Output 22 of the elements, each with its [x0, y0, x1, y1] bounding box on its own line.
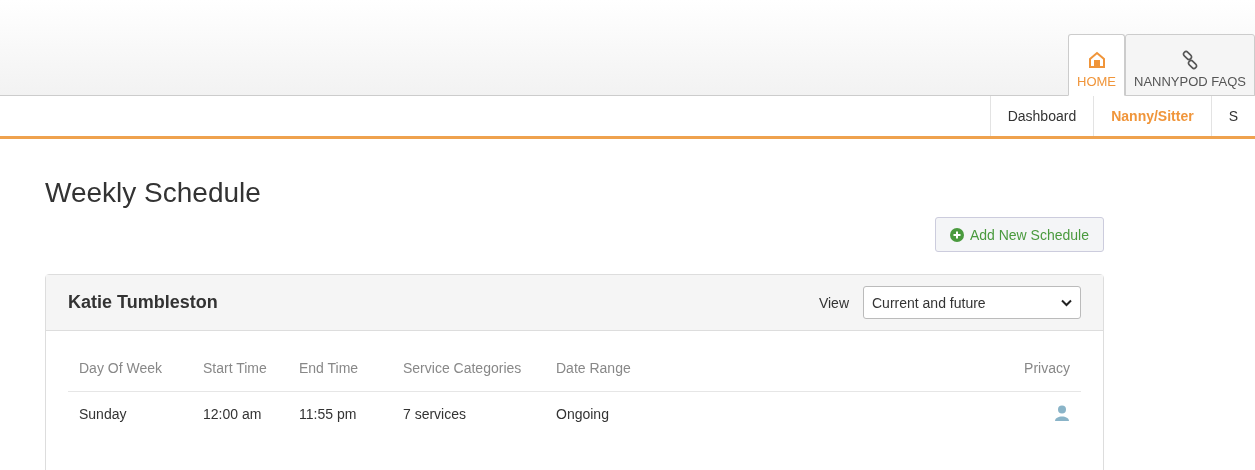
- chevron-icon: [1061, 298, 1072, 307]
- column-header: Service Categories: [402, 360, 523, 376]
- column-header: Date Range: [555, 360, 632, 376]
- person-icon: [1054, 404, 1070, 421]
- plus-icon: [949, 227, 964, 242]
- column-header: Privacy: [1023, 360, 1071, 376]
- view-select[interactable]: Current and future: [863, 286, 1081, 319]
- column-header: Start Time: [202, 360, 268, 376]
- table-cell-text: 11:55 pm: [298, 406, 358, 422]
- panel-title: Katie Tumbleston: [68, 292, 219, 313]
- column-header: End Time: [298, 360, 360, 376]
- table-cell-text: 7 services: [402, 406, 468, 422]
- view-label: View: [818, 294, 849, 311]
- nav-tab[interactable]: NANNYPOD FAQS: [1125, 34, 1255, 96]
- page-title: Weekly Schedule: [45, 177, 262, 209]
- column-header: Day Of Week: [78, 360, 163, 376]
- subnav-link[interactable]: S: [1210, 96, 1255, 136]
- table-cell-text: Ongoing: [555, 406, 610, 422]
- home-icon: [1086, 50, 1107, 70]
- link-icon: [1180, 50, 1200, 70]
- table-cell-text: 12:00 am: [202, 406, 263, 422]
- table-cell-text: Sunday: [78, 406, 128, 422]
